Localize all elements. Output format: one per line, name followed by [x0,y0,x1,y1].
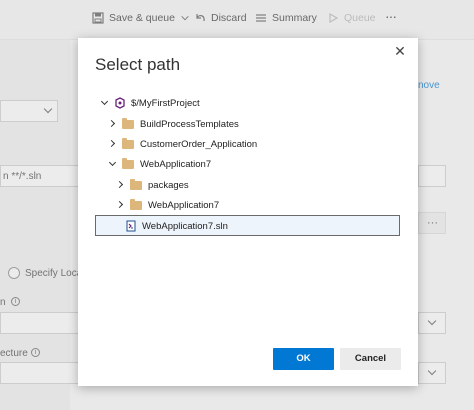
ok-button[interactable]: OK [273,348,334,370]
dialog-title: Select path [95,55,181,74]
tree-item-label: BuildProcessTemplates [140,118,239,130]
project-icon [115,97,125,109]
chevron-right-icon[interactable] [116,180,126,190]
folder-icon [122,157,134,169]
folder-icon [122,117,134,129]
tree-item-label: WebApplication7 [148,199,220,211]
tree-item-label: WebApplication7.sln [142,220,228,232]
tree-item-solution-file[interactable]: WebApplication7.sln [125,216,228,236]
tree-item-label: CustomerOrder_Application [140,138,258,150]
tree-item-label: $/MyFirstProject [131,97,200,109]
tree-item-buildprocesstemplates[interactable]: BuildProcessTemplates [108,114,239,134]
folder-icon [122,137,134,149]
tree-item-label: WebApplication7 [140,158,212,170]
chevron-right-icon[interactable] [108,139,118,149]
tree-item-webapplication7-sub[interactable]: WebApplication7 [116,195,219,215]
chevron-right-icon[interactable] [108,119,118,129]
close-icon[interactable]: ✕ [392,43,408,59]
tree-item-customerorder[interactable]: CustomerOrder_Application [108,134,257,154]
tree-item-webapplication7[interactable]: WebApplication7 [108,154,211,174]
solution-file-icon [126,220,136,232]
folder-icon [130,198,142,210]
select-path-dialog: Select path ✕ $/MyFirstProject BuildProc… [78,38,418,386]
tree-item-label: packages [148,179,189,191]
tree-item-packages[interactable]: packages [116,175,189,195]
chevron-down-icon[interactable] [100,98,110,108]
tree-item-root[interactable]: $/MyFirstProject [100,93,200,113]
cancel-button[interactable]: Cancel [340,348,401,370]
chevron-right-icon[interactable] [116,200,126,210]
chevron-down-icon[interactable] [108,159,118,169]
folder-icon [130,178,142,190]
